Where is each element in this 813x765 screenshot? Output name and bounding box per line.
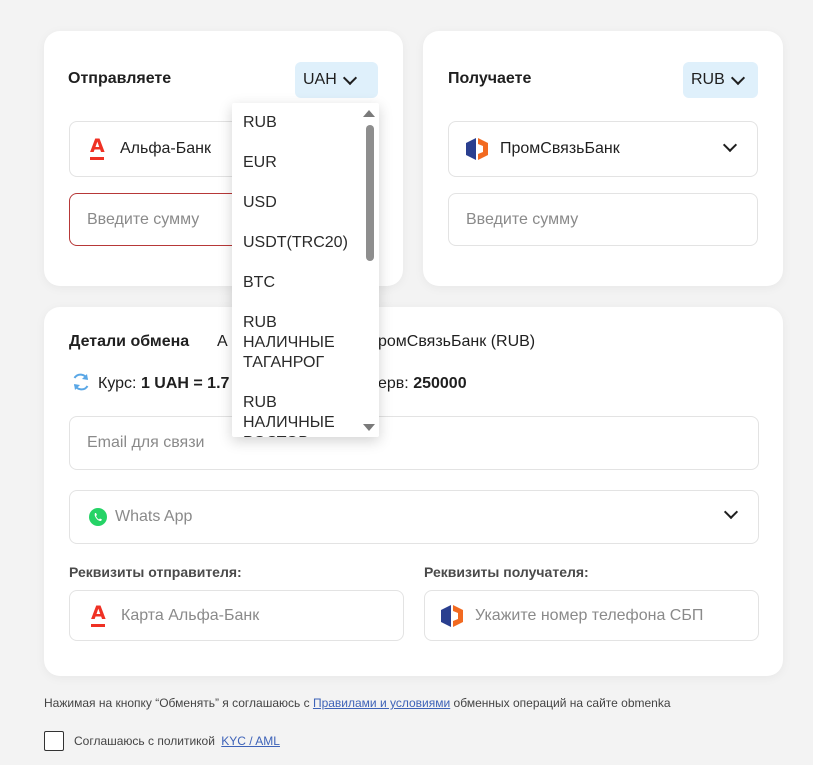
receive-card: Получаете RUB ПромСвязьБанк Введите сумм… xyxy=(423,31,783,286)
send-title: Отправляете xyxy=(68,70,172,87)
psb-bank-icon xyxy=(441,604,463,627)
send-currency-select[interactable]: UAH xyxy=(295,62,378,98)
scroll-down-arrow-icon[interactable] xyxy=(363,424,375,431)
details-title: Детали обмена xyxy=(69,333,190,350)
terms-before: Нажимая на кнопку “Обменять” я соглашаюс… xyxy=(44,696,313,710)
alfa-bank-icon: А xyxy=(89,603,107,628)
whatsapp-icon xyxy=(89,508,107,526)
sender-card-input[interactable]: А Карта Альфа-Банк xyxy=(69,590,404,641)
send-currency-value: UAH xyxy=(303,71,337,88)
policy-label: Соглашаюсь с политикой KYC / AML xyxy=(74,734,280,748)
route-left: А xyxy=(217,333,228,350)
receive-amount-placeholder: Введите сумму xyxy=(466,210,579,228)
currency-option[interactable]: EUR xyxy=(243,153,355,173)
rate-value: 1 UAH = 1.7 xyxy=(140,375,230,392)
currency-option[interactable]: USD xyxy=(243,193,355,213)
currency-option[interactable]: RUB xyxy=(243,113,355,133)
currency-dropdown-list[interactable]: RUB EUR USD USDT(TRC20) BTC RUB НАЛИЧНЫЕ… xyxy=(232,103,379,437)
receive-title: Получаете xyxy=(448,70,532,87)
psb-bank-icon xyxy=(466,138,488,160)
receive-currency-value: RUB xyxy=(691,71,725,88)
currency-option[interactable]: USDT(TRC20) xyxy=(243,233,355,253)
email-placeholder: Email для связи xyxy=(87,434,205,451)
receiver-phone-placeholder: Укажите номер телефона СБП xyxy=(475,606,704,624)
receive-bank-value: ПромСвязьБанк xyxy=(500,140,620,157)
scroll-thumb[interactable] xyxy=(366,125,374,261)
receiver-phone-input[interactable]: Укажите номер телефона СБП xyxy=(424,590,759,641)
receive-bank-select[interactable]: ПромСвязьБанк xyxy=(448,121,758,177)
currency-option[interactable]: RUB НАЛИЧНЫЕ РОСТОВ xyxy=(243,393,355,437)
terms-text: Нажимая на кнопку “Обменять” я соглашаюс… xyxy=(44,696,671,710)
chevron-down-icon xyxy=(342,70,357,85)
policy-text: Соглашаюсь с политикой xyxy=(74,734,215,748)
messenger-select[interactable]: Whats App xyxy=(69,490,759,544)
route-right: ромСвязьБанк (RUB) xyxy=(378,333,536,350)
scroll-up-arrow-icon[interactable] xyxy=(363,110,375,117)
policy-link[interactable]: KYC / AML xyxy=(221,734,280,748)
sender-label: Реквизиты отправителя: xyxy=(69,564,242,580)
currency-option[interactable]: RUB НАЛИЧНЫЕ ТАГАНРОГ xyxy=(243,313,355,373)
terms-link[interactable]: Правилами и условиями xyxy=(313,696,450,710)
currency-option[interactable]: BTC xyxy=(243,273,355,293)
reserve-line: ерв: 250000 xyxy=(378,375,467,393)
chevron-down-icon xyxy=(723,504,739,520)
email-input[interactable]: Email для связи xyxy=(69,416,759,470)
messenger-value: Whats App xyxy=(115,508,193,525)
details-card: Детали обмена А ромСвязьБанк (RUB) Курс:… xyxy=(44,307,783,676)
chevron-down-icon xyxy=(730,70,745,85)
send-amount-placeholder: Введите сумму xyxy=(87,210,200,228)
rate-line: Курс: 1 UAH = 1.7 xyxy=(98,375,229,393)
refresh-icon xyxy=(73,373,89,391)
send-bank-value: Альфа-Банк xyxy=(120,140,211,157)
alfa-bank-icon: А xyxy=(88,137,106,161)
policy-checkbox[interactable] xyxy=(44,731,64,751)
receive-amount-input[interactable]: Введите сумму xyxy=(448,193,758,246)
sender-card-placeholder: Карта Альфа-Банк xyxy=(121,606,260,624)
terms-after: обменных операций на сайте obmenka xyxy=(450,696,671,710)
receive-currency-select[interactable]: RUB xyxy=(683,62,758,98)
chevron-down-icon xyxy=(722,137,738,153)
reserve-value: 250000 xyxy=(413,375,467,392)
rate-prefix: Курс: xyxy=(98,375,137,392)
dropdown-scrollbar[interactable] xyxy=(361,103,379,437)
reserve-prefix: ерв: xyxy=(378,375,409,392)
receiver-label: Реквизиты получателя: xyxy=(424,564,589,580)
